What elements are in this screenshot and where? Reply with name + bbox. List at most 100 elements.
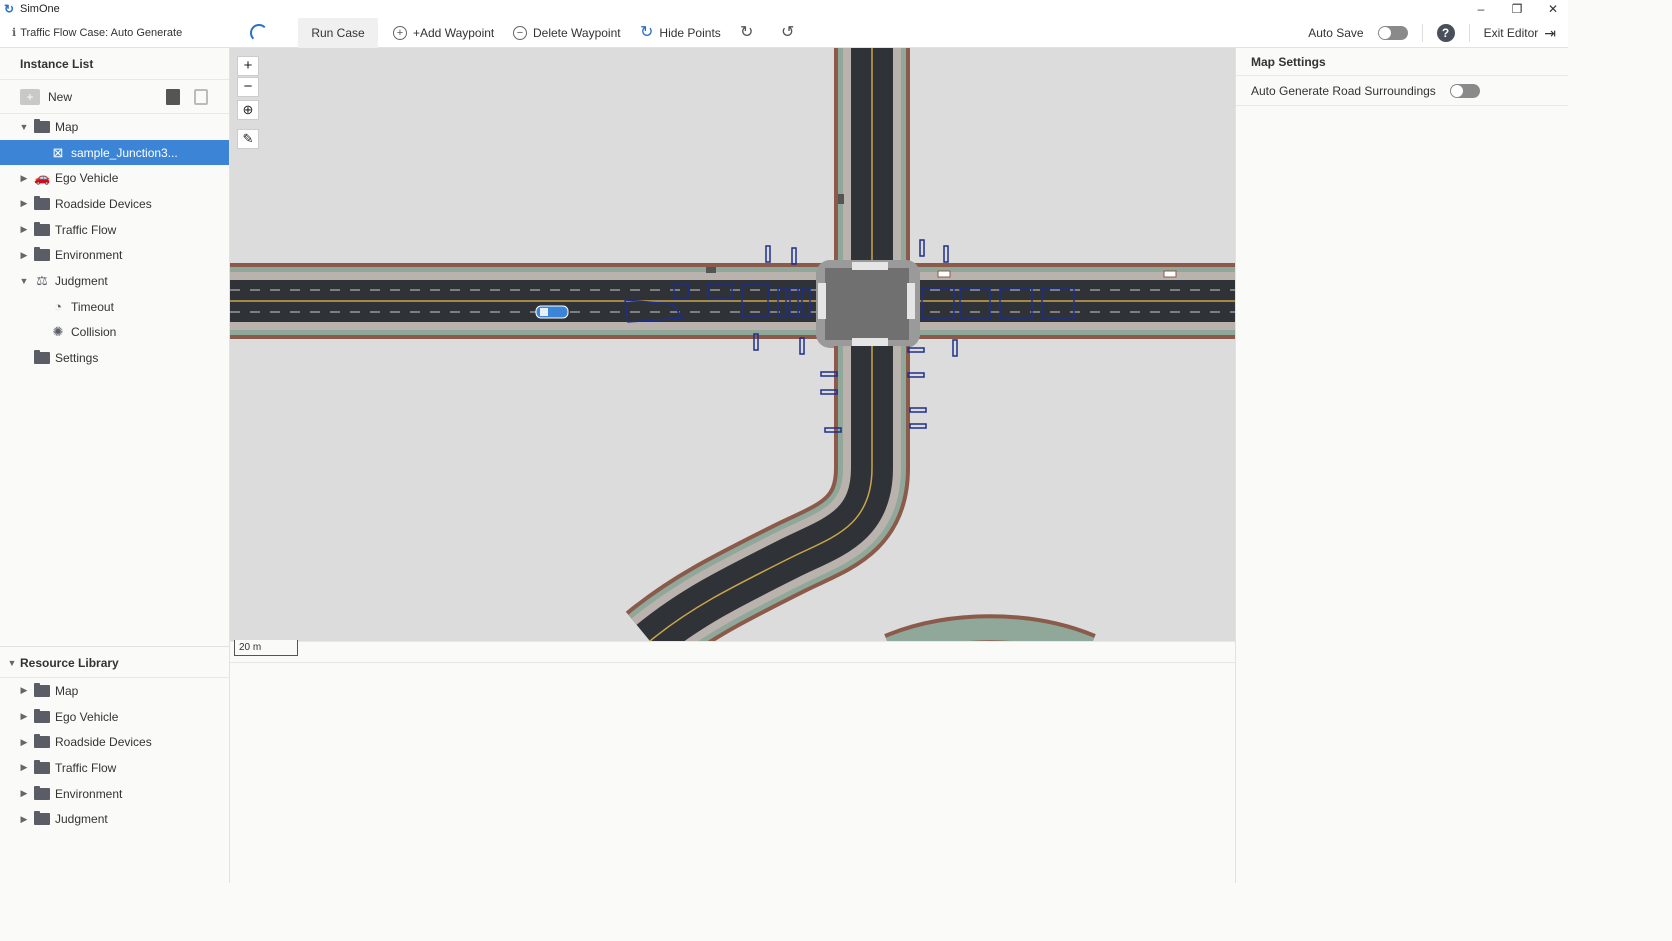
delete-waypoint-label: Delete Waypoint <box>533 26 621 40</box>
tree-item[interactable]: ▼ ⚖ Judgment <box>0 268 229 294</box>
folder-icon <box>34 708 50 723</box>
waypoint-marker[interactable] <box>943 245 949 263</box>
resource-item-label: Map <box>55 683 79 698</box>
expand-arrow-icon[interactable]: ▶ <box>18 250 30 261</box>
undo-button[interactable]: ↺ <box>781 18 794 48</box>
roadside-device[interactable] <box>1163 270 1177 278</box>
new-folder-icon[interactable]: + <box>20 88 40 105</box>
run-case-button[interactable]: Run Case <box>298 18 378 48</box>
exit-editor-label: Exit Editor <box>1483 26 1539 40</box>
minimize-button[interactable]: – <box>1474 2 1488 16</box>
trash-icon[interactable] <box>166 89 180 105</box>
case-title-text: Traffic Flow Case: Auto Generate <box>20 27 183 39</box>
app-logo-icon: ↻ <box>4 2 15 16</box>
resource-item[interactable]: ▶ Environment <box>0 781 230 807</box>
hide-points-button[interactable]: ↻ Hide Points <box>640 18 721 48</box>
map-settings-title: Map Settings <box>1236 48 1568 76</box>
crosswalk <box>852 338 888 346</box>
redo-button[interactable]: ↻ <box>740 18 753 48</box>
expand-arrow-icon[interactable]: ▶ <box>18 762 30 773</box>
collapse-arrow-icon[interactable]: ▼ <box>18 122 30 132</box>
waypoint-marker[interactable] <box>907 372 925 378</box>
loading-spinner-icon <box>250 24 268 42</box>
folder-open-icon <box>34 118 50 133</box>
resource-item[interactable]: ▶ Map <box>0 678 230 704</box>
timeline-area <box>230 641 1235 883</box>
tree-item[interactable]: ▼ Map <box>0 114 229 140</box>
locate-icon[interactable]: ⊕ <box>237 100 259 120</box>
waypoint-marker[interactable] <box>791 247 797 265</box>
instance-tree: ▼ Map ⊠ sample_Junction3... ▶ 🚗 Ego Vehicle ▶ Ro… <box>0 114 229 371</box>
tree-item[interactable]: ▶ Environment <box>0 242 229 268</box>
crosswalk <box>852 262 888 270</box>
expand-arrow-icon[interactable]: ▶ <box>18 224 30 235</box>
measure-tool-icon[interactable]: ✎ <box>237 129 259 149</box>
new-button[interactable]: New <box>48 90 72 104</box>
tree-item[interactable]: Settings <box>0 345 229 371</box>
folder-icon <box>34 811 50 826</box>
expand-arrow-icon[interactable]: ▶ <box>18 814 30 825</box>
timeline-divider <box>230 662 1235 663</box>
exit-editor-button[interactable]: Exit Editor ⇥ <box>1484 25 1556 42</box>
resource-item[interactable]: ▶ Ego Vehicle <box>0 704 230 730</box>
restore-button[interactable]: ❐ <box>1510 2 1524 16</box>
resource-item[interactable]: ▶ Roadside Devices <box>0 729 230 755</box>
help-icon[interactable]: ? <box>1436 24 1455 42</box>
road-verge <box>885 618 1095 641</box>
copy-icon[interactable] <box>194 89 208 105</box>
crosswalk <box>818 283 826 319</box>
tree-item[interactable]: ◔ Timeout <box>0 294 229 320</box>
expand-arrow-icon[interactable]: ▶ <box>18 173 30 184</box>
expand-arrow-icon[interactable]: ▶ <box>18 198 30 209</box>
resource-item-label: Roadside Devices <box>55 735 152 750</box>
auto-generate-setting: Auto Generate Road Surroundings <box>1236 76 1568 106</box>
add-waypoint-button[interactable]: + +Add Waypoint <box>393 18 494 48</box>
car-icon: 🚗 <box>34 170 51 186</box>
roadside-device[interactable] <box>838 194 844 204</box>
tree-item-label: Ego Vehicle <box>55 171 119 186</box>
waypoint-marker[interactable] <box>799 337 805 355</box>
expand-arrow-icon[interactable]: ▶ <box>18 788 30 799</box>
waypoint-marker[interactable] <box>952 339 958 357</box>
collapse-arrow-icon: ▼ <box>7 658 17 668</box>
tree-item-label: Collision <box>71 325 117 340</box>
auto-save-toggle[interactable] <box>1377 26 1408 40</box>
collapse-arrow-icon[interactable]: ▼ <box>18 276 30 286</box>
tree-item[interactable]: ⊠ sample_Junction3... <box>0 139 229 166</box>
roadside-device[interactable] <box>937 270 951 278</box>
waypoint-marker[interactable] <box>907 347 925 353</box>
resource-item[interactable]: ▶ Judgment <box>0 806 230 832</box>
auto-generate-toggle[interactable] <box>1449 83 1480 98</box>
roadside-device[interactable] <box>706 267 716 273</box>
auto-generate-label: Auto Generate Road Surroundings <box>1251 83 1436 98</box>
tree-item[interactable]: ▶ 🚗 Ego Vehicle <box>0 165 229 191</box>
waypoint-marker[interactable] <box>909 423 927 429</box>
close-button[interactable]: ✕ <box>1546 2 1560 16</box>
delete-waypoint-button[interactable]: − Delete Waypoint <box>513 18 621 48</box>
zoom-in-button[interactable]: + <box>237 56 259 76</box>
expand-arrow-icon[interactable]: ▶ <box>18 685 30 696</box>
expand-arrow-icon[interactable]: ▶ <box>18 711 30 722</box>
resource-item[interactable]: ▶ Traffic Flow <box>0 755 230 781</box>
folder-icon <box>34 785 50 800</box>
tree-item[interactable]: ▶ Traffic Flow <box>0 217 229 243</box>
crosswalk <box>907 283 915 319</box>
info-icon: ℹ <box>12 27 17 39</box>
folder-icon <box>34 247 50 262</box>
waypoint-marker[interactable] <box>909 407 927 413</box>
case-title: ℹ Traffic Flow Case: Auto Generate <box>12 18 182 48</box>
expand-arrow-icon[interactable]: ▶ <box>18 737 30 748</box>
resource-item-label: Judgment <box>55 812 108 827</box>
tree-item-label: Roadside Devices <box>55 196 152 211</box>
map-canvas[interactable]: + − ⊕ ✎ <box>230 48 1235 641</box>
tree-item[interactable]: ✺ Collision <box>0 320 229 346</box>
resource-library-title[interactable]: ▼ Resource Library <box>0 646 230 678</box>
resource-library-label: Resource Library <box>20 656 119 670</box>
waypoint-marker[interactable] <box>919 239 925 257</box>
zoom-out-button[interactable]: − <box>237 77 259 97</box>
tree-item[interactable]: ▶ Roadside Devices <box>0 191 229 217</box>
scale-icon: ⚖ <box>36 272 48 288</box>
waypoint-marker[interactable] <box>765 245 771 263</box>
resource-tree: ▶ Map ▶ Ego Vehicle ▶ Roadside Devices ▶ Traffi… <box>0 678 230 832</box>
toolbar-divider <box>1421 24 1423 42</box>
